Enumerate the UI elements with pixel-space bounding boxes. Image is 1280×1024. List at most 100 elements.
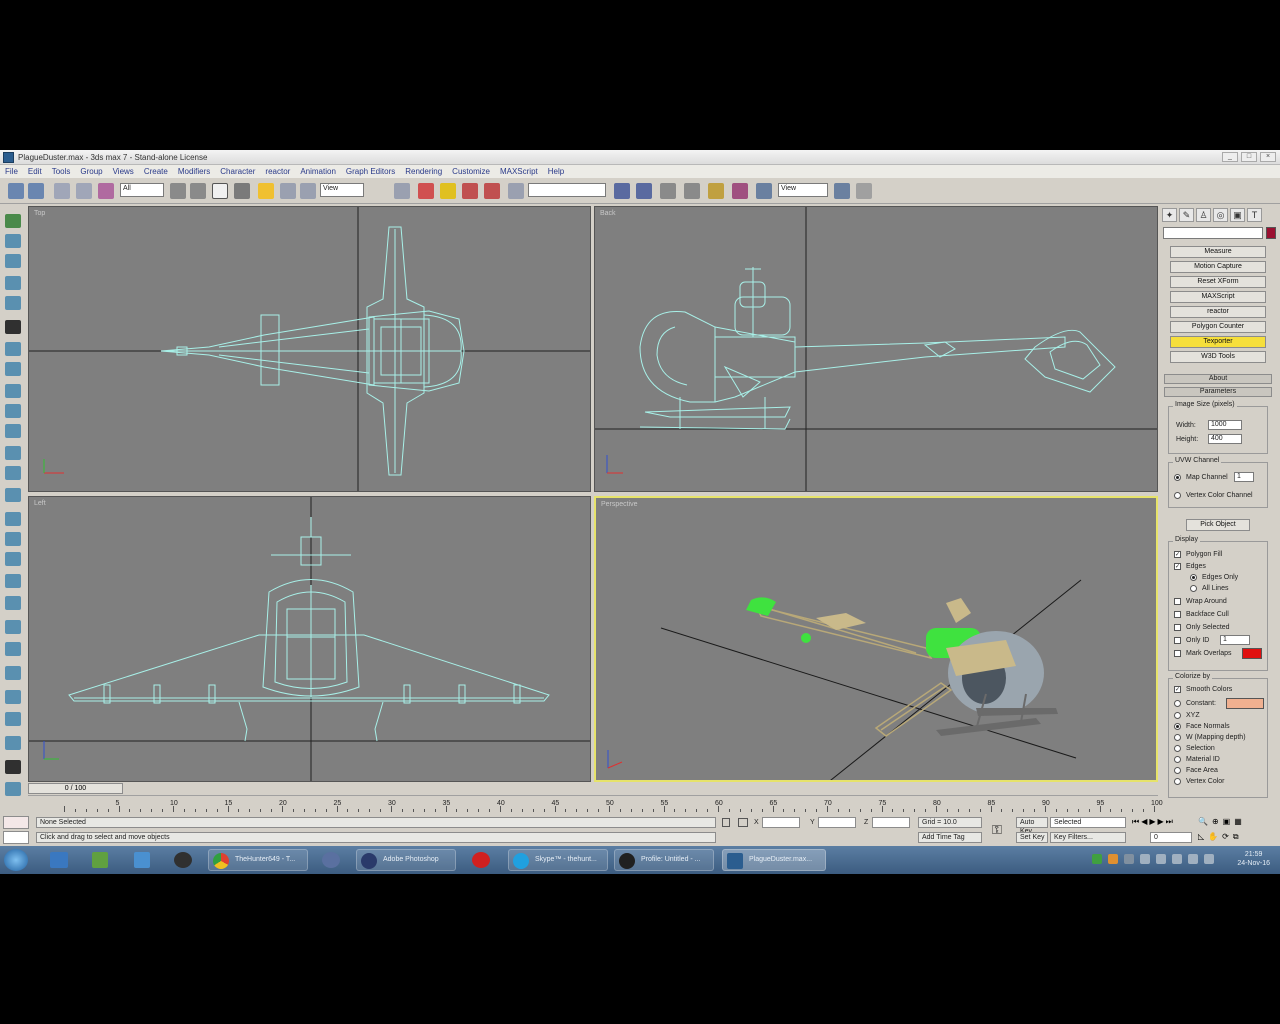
material-id-radio[interactable] [1174,756,1181,763]
modify-tool-icon[interactable] [5,234,21,248]
key-mode-dropdown[interactable]: Selected [1050,817,1126,828]
red-star-app-icon[interactable] [174,852,192,868]
face-area-radio[interactable] [1174,767,1181,774]
spinner-snap-icon[interactable] [508,183,524,199]
utility-reset-xform-button[interactable]: Reset XForm [1170,276,1266,288]
percent-snap-icon[interactable] [484,183,500,199]
redo-icon[interactable] [28,183,44,199]
add-time-tag-button[interactable]: Add Time Tag [918,832,982,843]
viewport-left[interactable]: Left [28,496,591,782]
menu-modifiers[interactable]: Modifiers [178,167,210,176]
cylinder-tool-icon[interactable] [5,384,21,398]
menu-edit[interactable]: Edit [28,167,42,176]
spacewarp-tool-icon[interactable] [5,712,21,726]
select-scale-icon[interactable] [300,183,316,199]
xyz-radio[interactable] [1174,712,1181,719]
fov-icon[interactable]: ◺ [1198,832,1204,842]
parameters-rollout[interactable]: Parameters [1164,387,1272,397]
tray-flag-icon[interactable] [1156,854,1166,864]
constant-color-swatch[interactable] [1226,698,1264,709]
mark-overlaps-checkbox[interactable] [1174,650,1181,657]
circle-tool-icon[interactable] [5,532,21,546]
select-object-icon[interactable] [170,183,186,199]
schematic-tool-icon[interactable] [5,782,21,796]
show-desktop-icon[interactable] [50,852,68,868]
schematic-view-icon[interactable] [708,183,724,199]
utility-measure-button[interactable]: Measure [1170,246,1266,258]
menu-file[interactable]: File [5,167,18,176]
task-skype[interactable]: Skype™ - thehunt... [508,849,608,871]
utility-motion-capture-button[interactable]: Motion Capture [1170,261,1266,273]
utility-polygon-counter-button[interactable]: Polygon Counter [1170,321,1266,333]
viewport-back[interactable]: Back [594,206,1158,492]
zoom-extents-icon[interactable]: ▣ [1223,817,1231,826]
selection-filter-dropdown[interactable]: All [120,183,164,197]
zoom-all-icon[interactable]: ⊕ [1212,817,1219,826]
task-chrome[interactable]: TheHunter649 - T... [208,849,308,871]
time-slider[interactable]: 0 / 100 [28,783,123,794]
object-name-field[interactable] [1163,227,1263,239]
select-by-name-icon[interactable] [190,183,206,199]
quick-render-icon[interactable] [834,183,850,199]
smooth-colors-checkbox[interactable]: ✓ [1174,686,1181,693]
viewport-top[interactable]: Top [28,206,591,492]
undo-icon[interactable] [8,183,24,199]
key-filters-button[interactable]: Key Filters... [1050,832,1126,843]
start-button-icon[interactable] [4,849,28,871]
taskbar-clock[interactable]: 21:59 24-Nov-16 [1237,850,1270,868]
sphere-tool-icon[interactable] [5,362,21,376]
vertex-color-radio[interactable] [1174,778,1181,785]
pivot-center-icon[interactable] [394,183,410,199]
display-tool-icon[interactable] [5,296,21,310]
helix-tool-icon[interactable] [5,620,21,634]
tray-monitor-icon[interactable] [1140,854,1150,864]
zoom-extents-all-icon[interactable]: ▦ [1234,817,1242,826]
arc-rotate-icon[interactable]: ⟳ [1222,832,1229,842]
utility-w3d-tools-button[interactable]: W3D Tools [1170,351,1266,363]
motion-tab-icon[interactable]: ◎ [1213,208,1228,222]
teapot-tool-icon[interactable] [5,424,21,438]
render-scene-icon[interactable] [756,183,772,199]
text-tool-icon[interactable] [5,596,21,610]
menu-animation[interactable]: Animation [300,167,336,176]
menu-create[interactable]: Create [144,167,168,176]
about-rollout[interactable]: About [1164,374,1272,384]
modify-tab-icon[interactable]: ✎ [1179,208,1194,222]
mark-overlaps-color-swatch[interactable] [1242,648,1262,659]
tray-app-icon[interactable] [1108,854,1118,864]
task-3dsmax[interactable]: PlagueDuster.max... [722,849,826,871]
map-channel-input[interactable]: 1 [1234,472,1254,482]
curve-editor-icon[interactable] [684,183,700,199]
face-normals-radio[interactable] [1174,723,1181,730]
task-photoshop[interactable]: Adobe Photoshop [356,849,456,871]
polygon-fill-checkbox[interactable]: ✓ [1174,551,1181,558]
plane-tool-icon[interactable] [5,488,21,502]
only-selected-checkbox[interactable] [1174,624,1181,631]
reference-coordinate-dropdown[interactable]: View [320,183,364,197]
menu-maxscript[interactable]: MAXScript [500,167,538,176]
window-crossing-icon[interactable] [234,183,250,199]
width-input[interactable]: 1000 [1208,420,1242,430]
render-type-dropdown[interactable]: View [778,183,828,197]
tray-volume-icon[interactable] [1204,854,1214,864]
constant-radio[interactable] [1174,700,1181,707]
height-input[interactable]: 400 [1208,434,1242,444]
utilities-tool-icon[interactable] [5,320,21,334]
menu-group[interactable]: Group [80,167,102,176]
box-tool-icon[interactable] [5,342,21,356]
viewport-perspective[interactable]: Perspective [594,496,1158,782]
mirror-icon[interactable] [614,183,630,199]
cone-tool-icon[interactable] [5,446,21,460]
auto-key-button[interactable]: Auto Key [1016,817,1048,835]
absolute-mode-icon[interactable] [738,818,748,827]
torus-tool-icon[interactable] [5,404,21,418]
tube-tool-icon[interactable] [5,466,21,480]
light-tool-icon[interactable] [5,642,21,656]
backface-cull-checkbox[interactable] [1174,611,1181,618]
tray-network-icon[interactable] [1124,854,1134,864]
maxscript-input-mini[interactable] [3,831,29,844]
play-icon[interactable]: ▶ [1149,817,1155,828]
zoom-icon[interactable]: 🔍 [1198,817,1208,826]
named-selection-dropdown[interactable] [528,183,606,197]
helper-tool-icon[interactable] [5,690,21,704]
